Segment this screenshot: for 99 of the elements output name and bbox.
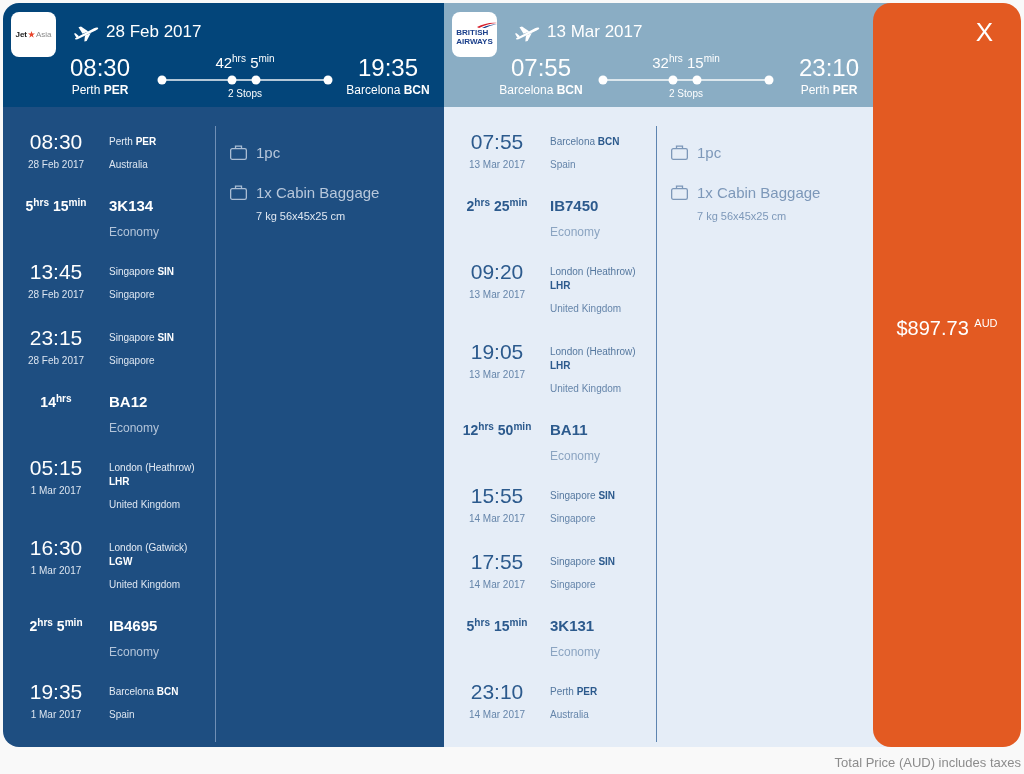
airport-name: Perth PER — [550, 685, 598, 699]
trip-duration: 42$^{hrs}$ 5$^{min}$ — [215, 54, 275, 72]
stop-date: 13 Mar 2017 — [468, 368, 526, 382]
country-name: Singapore — [109, 288, 155, 302]
airport-name: Singapore SIN — [550, 555, 616, 569]
airport-name: London (Heathrow) LHR — [550, 345, 637, 373]
stop-time: 15:55 — [470, 484, 524, 508]
country-name: Singapore — [550, 512, 596, 526]
arrival-airport: Perth PER — [800, 83, 858, 98]
star-icon — [28, 31, 35, 38]
airport-name: London (Gatwick) LGW — [109, 541, 189, 569]
suitcase-icon — [230, 185, 247, 200]
baggage-detail: 7 kg 56x45x25 cm — [697, 209, 787, 223]
stop-date: 28 Feb 2017 — [27, 158, 85, 172]
arrival-time: 23:10 — [798, 54, 860, 82]
country-name: United Kingdom — [109, 578, 181, 592]
airport-name: Perth PER — [109, 135, 157, 149]
stop-count: 2 Stops — [228, 88, 262, 100]
trip-duration: 32$^{hrs}$ 15$^{min}$ — [652, 54, 720, 72]
stop-time: 13:45 — [29, 260, 83, 284]
country-name: Spain — [550, 158, 576, 172]
stop-time: 23:15 — [29, 326, 83, 350]
flight-duration: 14$^{hrs}$ — [40, 392, 72, 412]
arrival-airport: Barcelona BCN — [346, 83, 430, 98]
close-button[interactable]: X — [973, 17, 995, 47]
country-name: Singapore — [109, 354, 155, 368]
country-name: Spain — [109, 708, 135, 722]
cabin-class: Economy — [550, 448, 601, 464]
country-name: Australia — [109, 158, 148, 172]
stop-time: 07:55 — [470, 130, 524, 154]
departure-date: 28 Feb 2017 — [106, 21, 202, 43]
price-note: Total Price (AUD) includes taxes — [834, 755, 1021, 770]
stop-time: 16:30 — [29, 536, 83, 560]
departure-airport: Barcelona BCN — [499, 83, 583, 98]
baggage-allowance: 1pc — [256, 143, 281, 163]
stop-date: 1 Mar 2017 — [30, 564, 82, 578]
cabin-class: Economy — [550, 644, 601, 660]
airport-name: London (Heathrow) LHR — [550, 265, 637, 293]
logo-text: BRITISH — [456, 27, 489, 37]
suitcase-icon — [671, 145, 688, 160]
airport-name: Barcelona BCN — [109, 685, 179, 699]
stop-time: 08:30 — [29, 130, 83, 154]
flight-number: BA12 — [109, 392, 148, 412]
stop-date: 28 Feb 2017 — [27, 354, 85, 368]
baggage-allowance: 1pc — [697, 143, 722, 163]
departure-airport: Perth PER — [71, 83, 129, 98]
stop-date: 14 Mar 2017 — [468, 708, 526, 722]
cabin-class: Economy — [109, 420, 160, 436]
stop-time: 23:10 — [470, 680, 524, 704]
stop-time: 19:35 — [29, 680, 83, 704]
suitcase-icon — [671, 185, 688, 200]
stop-count: 2 Stops — [669, 88, 703, 100]
arrival-time: 19:35 — [357, 54, 419, 82]
baggage-detail: 7 kg 56x45x25 cm — [256, 209, 346, 223]
stop-date: 14 Mar 2017 — [468, 578, 526, 592]
baggage-allowance: 1x Cabin Baggage — [697, 183, 821, 203]
flight-duration: 5$^{hrs}$ 15$^{min}$ — [466, 616, 528, 636]
airport-name: Singapore SIN — [550, 489, 616, 503]
country-name: United Kingdom — [550, 302, 622, 316]
airport-name: Singapore SIN — [109, 331, 175, 345]
stop-time: 09:20 — [470, 260, 524, 284]
stop-date: 14 Mar 2017 — [468, 512, 526, 526]
stop-time: 17:55 — [470, 550, 524, 574]
departure-date: 13 Mar 2017 — [547, 21, 643, 43]
stop-date: 1 Mar 2017 — [30, 708, 82, 722]
suitcase-icon — [230, 145, 247, 160]
cabin-class: Economy — [109, 644, 160, 660]
country-name: United Kingdom — [550, 382, 622, 396]
logo-text: Asia — [36, 30, 52, 39]
ribbon-icon — [476, 21, 497, 28]
cabin-class: Economy — [109, 224, 160, 240]
stop-time: 05:15 — [29, 456, 83, 480]
flight-duration: 2$^{hrs}$ 25$^{min}$ — [466, 196, 528, 216]
airport-name: Barcelona BCN — [550, 135, 620, 149]
stop-date: 28 Feb 2017 — [27, 288, 85, 302]
flight-duration: 12$^{hrs}$ 50$^{min}$ — [462, 420, 532, 440]
flight-number: IB4695 — [109, 616, 158, 636]
airport-name: Singapore SIN — [109, 265, 175, 279]
departure-time: 08:30 — [69, 54, 131, 82]
stop-date: 13 Mar 2017 — [468, 158, 526, 172]
stop-time: 19:05 — [470, 340, 524, 364]
departure-time: 07:55 — [510, 54, 572, 82]
flight-number: BA11 — [550, 420, 588, 440]
logo-text: Jet — [15, 30, 27, 39]
flight-number: 3K131 — [550, 616, 595, 636]
stop-date: 13 Mar 2017 — [468, 288, 526, 302]
country-name: United Kingdom — [109, 498, 181, 512]
flight-duration: 5$^{hrs}$ 15$^{min}$ — [25, 196, 87, 216]
cabin-class: Economy — [550, 224, 601, 240]
flight-number: IB7450 — [550, 196, 599, 216]
baggage-allowance: 1x Cabin Baggage — [256, 183, 380, 203]
logo-text: AIRWAYS — [456, 36, 493, 46]
flight-number: 3K134 — [109, 196, 154, 216]
total-price: $897.73 $^{AUD}$ — [896, 316, 998, 341]
stop-date: 1 Mar 2017 — [30, 484, 82, 498]
airport-name: London (Heathrow) LHR — [109, 461, 196, 489]
flight-duration: 2$^{hrs}$ 5$^{min}$ — [29, 616, 83, 636]
country-name: Singapore — [550, 578, 596, 592]
country-name: Australia — [550, 708, 589, 722]
